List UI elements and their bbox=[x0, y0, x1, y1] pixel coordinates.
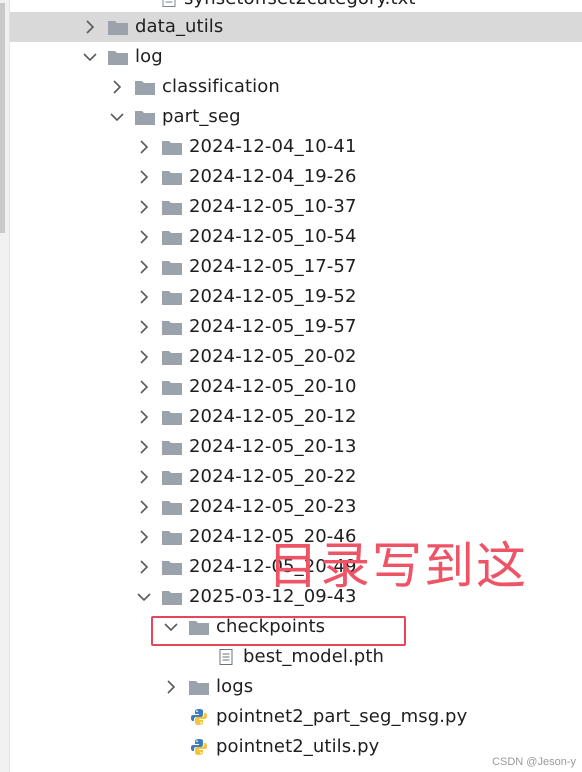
folder-icon bbox=[107, 12, 129, 42]
folder-icon bbox=[161, 462, 183, 492]
tree-row-2024-12-05-20-23[interactable]: 2024-12-05_20-23 bbox=[10, 492, 582, 522]
tree-row-label: 2024-12-05_19-57 bbox=[189, 316, 357, 337]
folder-icon bbox=[161, 162, 183, 192]
tree-row-label: 2024-12-05_20-13 bbox=[189, 436, 357, 457]
tree-row-2024-12-05-19-57[interactable]: 2024-12-05_19-57 bbox=[10, 312, 582, 342]
chevron-right-icon[interactable] bbox=[136, 252, 152, 282]
chevron-right-icon[interactable] bbox=[136, 402, 152, 432]
chevron-right-icon[interactable] bbox=[136, 522, 152, 552]
tree-row-pointnet2-part-seg-msg-py[interactable]: pointnet2_part_seg_msg.py bbox=[10, 702, 582, 732]
folder-icon bbox=[161, 372, 183, 402]
chevron-down-icon[interactable] bbox=[136, 582, 152, 612]
chevron-right-icon[interactable] bbox=[136, 162, 152, 192]
tree-row-2024-12-05-10-54[interactable]: 2024-12-05_10-54 bbox=[10, 222, 582, 252]
chevron-right-icon[interactable] bbox=[136, 192, 152, 222]
tree-row-2024-12-04-19-26[interactable]: 2024-12-04_19-26 bbox=[10, 162, 582, 192]
chevron-right-icon[interactable] bbox=[136, 462, 152, 492]
tree-row-label: pointnet2_part_seg_msg.py bbox=[216, 706, 468, 727]
folder-icon bbox=[161, 552, 183, 582]
tree-row-label: logs bbox=[216, 676, 254, 697]
tool-window-gutter bbox=[0, 0, 10, 772]
tree-row-2024-12-05-20-12[interactable]: 2024-12-05_20-12 bbox=[10, 402, 582, 432]
file-icon bbox=[215, 642, 237, 672]
tree-row-label: log bbox=[135, 46, 163, 67]
chevron-right-icon[interactable] bbox=[136, 432, 152, 462]
chevron-right-icon[interactable] bbox=[136, 372, 152, 402]
tree-row-logs[interactable]: logs bbox=[10, 672, 582, 702]
tree-row-label: data_utils bbox=[135, 16, 224, 37]
tree-row-label: 2024-12-05_10-37 bbox=[189, 196, 357, 217]
annotation-text: 目录写到这 bbox=[268, 537, 528, 595]
folder-icon bbox=[107, 42, 129, 72]
tree-row-2024-12-05-20-22[interactable]: 2024-12-05_20-22 bbox=[10, 462, 582, 492]
folder-icon bbox=[161, 342, 183, 372]
tree-row-label: 2024-12-05_20-12 bbox=[189, 406, 357, 427]
chevron-down-icon[interactable] bbox=[109, 102, 125, 132]
folder-icon bbox=[161, 132, 183, 162]
highlight-box-checkpoints bbox=[151, 616, 406, 646]
watermark: CSDN @Jeson-y bbox=[492, 756, 576, 768]
chevron-right-icon[interactable] bbox=[163, 672, 179, 702]
tree-row-2024-12-05-10-37[interactable]: 2024-12-05_10-37 bbox=[10, 192, 582, 222]
folder-icon bbox=[134, 72, 156, 102]
folder-icon bbox=[161, 492, 183, 522]
chevron-right-icon[interactable] bbox=[136, 312, 152, 342]
chevron-right-icon[interactable] bbox=[136, 282, 152, 312]
folder-icon bbox=[161, 522, 183, 552]
chevron-right-icon[interactable] bbox=[136, 552, 152, 582]
tree-row-label: 2024-12-05_10-54 bbox=[189, 226, 357, 247]
chevron-right-icon[interactable] bbox=[82, 12, 98, 42]
python-file-icon bbox=[188, 702, 210, 732]
tree-row-label: 2024-12-05_19-52 bbox=[189, 286, 357, 307]
tree-row-data-utils[interactable]: data_utils bbox=[10, 12, 582, 42]
folder-icon bbox=[161, 222, 183, 252]
chevron-right-icon[interactable] bbox=[136, 492, 152, 522]
tree-row-label: 2024-12-04_10-41 bbox=[189, 136, 357, 157]
tree-row-log[interactable]: log bbox=[10, 42, 582, 72]
folder-icon bbox=[134, 102, 156, 132]
python-file-icon bbox=[188, 732, 210, 762]
folder-icon bbox=[161, 312, 183, 342]
tree-row-best-model-pth[interactable]: best_model.pth bbox=[10, 642, 582, 672]
tree-row-2024-12-04-10-41[interactable]: 2024-12-04_10-41 bbox=[10, 132, 582, 162]
folder-icon bbox=[161, 252, 183, 282]
folder-icon bbox=[161, 402, 183, 432]
tree-row-part-seg[interactable]: part_seg bbox=[10, 102, 582, 132]
folder-icon bbox=[161, 432, 183, 462]
tree-row-label: 2024-12-05_20-02 bbox=[189, 346, 357, 367]
folder-icon bbox=[161, 192, 183, 222]
folder-icon bbox=[161, 582, 183, 612]
tree-row-2024-12-05-20-02[interactable]: 2024-12-05_20-02 bbox=[10, 342, 582, 372]
chevron-right-icon[interactable] bbox=[136, 132, 152, 162]
tree-row-label: 2024-12-05_20-10 bbox=[189, 376, 357, 397]
tree-row-label: part_seg bbox=[162, 106, 241, 127]
folder-icon bbox=[188, 672, 210, 702]
chevron-right-icon[interactable] bbox=[109, 72, 125, 102]
tree-row-label: best_model.pth bbox=[243, 646, 384, 667]
gutter-tab[interactable] bbox=[0, 3, 5, 233]
tree-row-2024-12-05-17-57[interactable]: 2024-12-05_17-57 bbox=[10, 252, 582, 282]
tree-row-label: 2024-12-05_20-23 bbox=[189, 496, 357, 517]
tree-row-label: 2024-12-05_17-57 bbox=[189, 256, 357, 277]
chevron-down-icon[interactable] bbox=[82, 42, 98, 72]
tree-row-classification[interactable]: classification bbox=[10, 72, 582, 102]
chevron-right-icon[interactable] bbox=[136, 222, 152, 252]
chevron-right-icon[interactable] bbox=[136, 342, 152, 372]
tree-row-label: 2024-12-04_19-26 bbox=[189, 166, 357, 187]
tree-row-label: 2024-12-05_20-22 bbox=[189, 466, 357, 487]
folder-icon bbox=[161, 282, 183, 312]
tree-row-2024-12-05-20-13[interactable]: 2024-12-05_20-13 bbox=[10, 432, 582, 462]
tree-row-2024-12-05-19-52[interactable]: 2024-12-05_19-52 bbox=[10, 282, 582, 312]
tree-row-2024-12-05-20-10[interactable]: 2024-12-05_20-10 bbox=[10, 372, 582, 402]
tree-row-label: pointnet2_utils.py bbox=[216, 736, 380, 757]
tree-row-label: classification bbox=[162, 76, 280, 97]
